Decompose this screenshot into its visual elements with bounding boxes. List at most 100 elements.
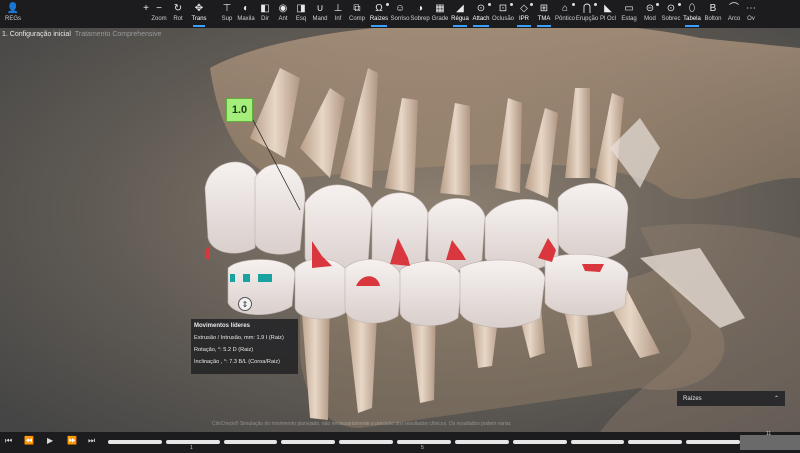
breadcrumb-step[interactable]: 1. Configuração inicial — [2, 31, 71, 38]
expand-collapse-icon[interactable]: ⇕ — [238, 297, 252, 311]
toolbar-button-ipr[interactable]: ◇ IPR — [514, 0, 534, 28]
toolbar-button-label: Mand — [312, 16, 328, 22]
stage-number-mid: 5 — [421, 445, 424, 451]
toolbar-button-label: Bolton — [704, 16, 722, 22]
toolbar-button-front-view[interactable]: ◉ Ant — [274, 0, 292, 28]
tooth-number-label[interactable]: 1.0 — [226, 98, 253, 122]
zoom-in-icon: + — [143, 3, 149, 14]
toolbar-button-overlay[interactable]: ◑ Sobrep — [410, 0, 430, 28]
toolbar-button-grid[interactable]: ▦ Grade — [430, 0, 450, 28]
occlusion-icon: ⊡ — [498, 3, 508, 14]
toolbar-button-label: Comp — [348, 16, 365, 22]
more-icon: ⋯ — [746, 3, 756, 14]
toolbar-button-attachment[interactable]: ⊙ Attach — [470, 0, 492, 28]
overlay-icon: ◑ — [416, 3, 424, 14]
toolbar-button-zoom-out[interactable]: − Zoom — [151, 0, 166, 28]
zoom-out-icon: − — [156, 3, 162, 14]
mod-icon: ⊝ — [645, 3, 655, 14]
stage-timeline: ⏮ ⏪ ▶ ⏩ ⏭ 1 5 11 — [0, 431, 800, 453]
breadcrumb-plan[interactable]: Tratamento Comprehensive — [75, 31, 162, 38]
toolbar-button-label: Sorriso — [390, 16, 410, 22]
toolbar-button-left-view[interactable]: ◨ Esq — [292, 0, 310, 28]
toolbar-button-eruption[interactable]: ⋂ Erupção — [576, 0, 598, 28]
toolbar-button-rotate[interactable]: ↻ Rot — [170, 0, 186, 28]
top-toolbar: 👤 REGs + − Zoom ↻ Rot ✥ Trans ⊤ Sup ◐ Maxila ◧ Dir ◉ Ant… — [0, 0, 800, 28]
toolbar-button-label: REGs — [4, 16, 21, 22]
toolbar-button-tma[interactable]: ⊞ TMA — [534, 0, 554, 28]
stage-segment[interactable] — [512, 440, 567, 444]
left-view-icon: ◨ — [296, 3, 306, 14]
leading-movements-tooltip: Movimentos líderes Extrusão / Intrusão, … — [191, 319, 298, 374]
toolbar-button-label: IPR — [518, 16, 529, 22]
toolbar-button-zoom-in[interactable]: + — [140, 0, 152, 28]
toolbar-button-right-view[interactable]: ◧ Dir — [256, 0, 274, 28]
movement-row: Extrusão / Intrusão, mm: 1.9 I (Raiz) — [194, 335, 284, 341]
toolbar-button-compare[interactable]: ⧉ Comp — [346, 0, 368, 28]
rewind-icon[interactable]: ⏪ — [24, 436, 34, 445]
stage-segment[interactable] — [570, 440, 625, 444]
eruption-icon: ⋂ — [582, 3, 592, 14]
upper-view-icon: ⊤ — [222, 3, 232, 14]
last-stage-icon[interactable]: ⏭ — [88, 436, 95, 446]
dental-model-render — [0, 21, 800, 432]
toolbar-button-mod[interactable]: ⊝ Mod — [640, 0, 660, 28]
stage-segment[interactable] — [686, 440, 740, 444]
toolbar-button-stage[interactable]: ▭ Estag — [618, 0, 640, 28]
fast-forward-icon[interactable]: ⏩ — [67, 436, 77, 445]
toolbar-button-maxilla[interactable]: ◐ Maxila — [236, 0, 256, 28]
toolbar-button-label: Esq — [295, 16, 307, 22]
disclaimer-watermark: ClinCheck® Simulação do movimento planej… — [212, 421, 512, 427]
tooltip-title: Movimentos líderes — [194, 323, 251, 329]
toolbar-button-lower-view[interactable]: ⊥ Inf — [330, 0, 346, 28]
first-stage-icon[interactable]: ⏮ — [5, 436, 12, 446]
toolbar-button-move[interactable]: ✥ Trans — [190, 0, 208, 28]
toolbar-button-smile[interactable]: ☺ Sorriso — [390, 0, 410, 28]
stage-segment[interactable] — [108, 440, 162, 444]
toolbar-button-overcorrection[interactable]: ⊙ Sobrec — [660, 0, 682, 28]
toolbar-button-occlusal-plane[interactable]: ◣ Pl Ocl — [598, 0, 618, 28]
roots-panel-header[interactable]: Raízes ⌃ — [677, 391, 785, 406]
stage-track[interactable] — [108, 440, 740, 444]
stage-number-end: 11 — [766, 431, 772, 437]
stage-segment[interactable] — [223, 440, 278, 444]
toolbar-button-ruler[interactable]: ◢ Régua — [450, 0, 470, 28]
toolbar-button-label: Arco — [727, 16, 741, 22]
stage-segment[interactable] — [628, 440, 683, 444]
toolbar-button-bolton[interactable]: B Bolton — [702, 0, 724, 28]
toolbar-button-label: Ov — [747, 16, 755, 22]
toolbar-button-label: Pôntico — [554, 16, 575, 22]
toolbar-button-roots[interactable]: Ω Raizes — [368, 0, 390, 28]
stage-segment[interactable] — [397, 440, 451, 444]
chevron-up-icon[interactable]: ⌃ — [774, 395, 779, 402]
stage-segment[interactable] — [339, 440, 394, 444]
toolbar-button-label: Maxila — [237, 16, 255, 22]
toolbar-button-label: TMA — [537, 16, 551, 22]
toolbar-button-upper-view[interactable]: ⊤ Sup — [218, 0, 236, 28]
stage-segment[interactable] — [454, 440, 509, 444]
clincheck-window: 👤 REGs + − Zoom ↻ Rot ✥ Trans ⊤ Sup ◐ Maxila ◧ Dir ◉ Ant… — [0, 0, 800, 453]
move-icon: ✥ — [194, 3, 204, 14]
rotate-icon: ↻ — [173, 3, 183, 14]
toolbar-button-arch[interactable]: ⌒ Arco — [724, 0, 744, 28]
toolbar-button-occlusion[interactable]: ⊡ Oclusão — [492, 0, 514, 28]
toolbar-button-more[interactable]: ⋯ Ov — [744, 0, 758, 28]
final-stage-block[interactable] — [740, 435, 800, 450]
toolbar-button-label: Tabela — [683, 16, 701, 22]
user-icon: 👤 — [6, 3, 20, 14]
dental-3d-viewport[interactable] — [0, 21, 800, 432]
occlusal-plane-icon: ◣ — [604, 3, 612, 14]
stage-segment[interactable] — [281, 440, 336, 444]
toolbar-button-label: Rot — [173, 16, 183, 22]
stage-number-start: 1 — [190, 445, 193, 451]
stage-segment[interactable] — [165, 440, 220, 444]
toolbar-button-user[interactable]: 👤 REGs — [2, 0, 24, 28]
toolbar-button-mandible[interactable]: ∪ Mand — [310, 0, 330, 28]
play-icon[interactable]: ▶ — [47, 436, 53, 445]
toolbar-button-label: Oclusão — [492, 16, 515, 22]
smile-icon: ☺ — [394, 3, 406, 14]
toolbar-button-pontic[interactable]: ⌂ Pôntico — [554, 0, 576, 28]
indicator-dot — [510, 3, 513, 6]
toolbar-button-label: Raizes — [369, 16, 389, 22]
toolbar-button-table[interactable]: ⬯ Tabela — [682, 0, 702, 28]
right-view-icon: ◧ — [260, 3, 270, 14]
